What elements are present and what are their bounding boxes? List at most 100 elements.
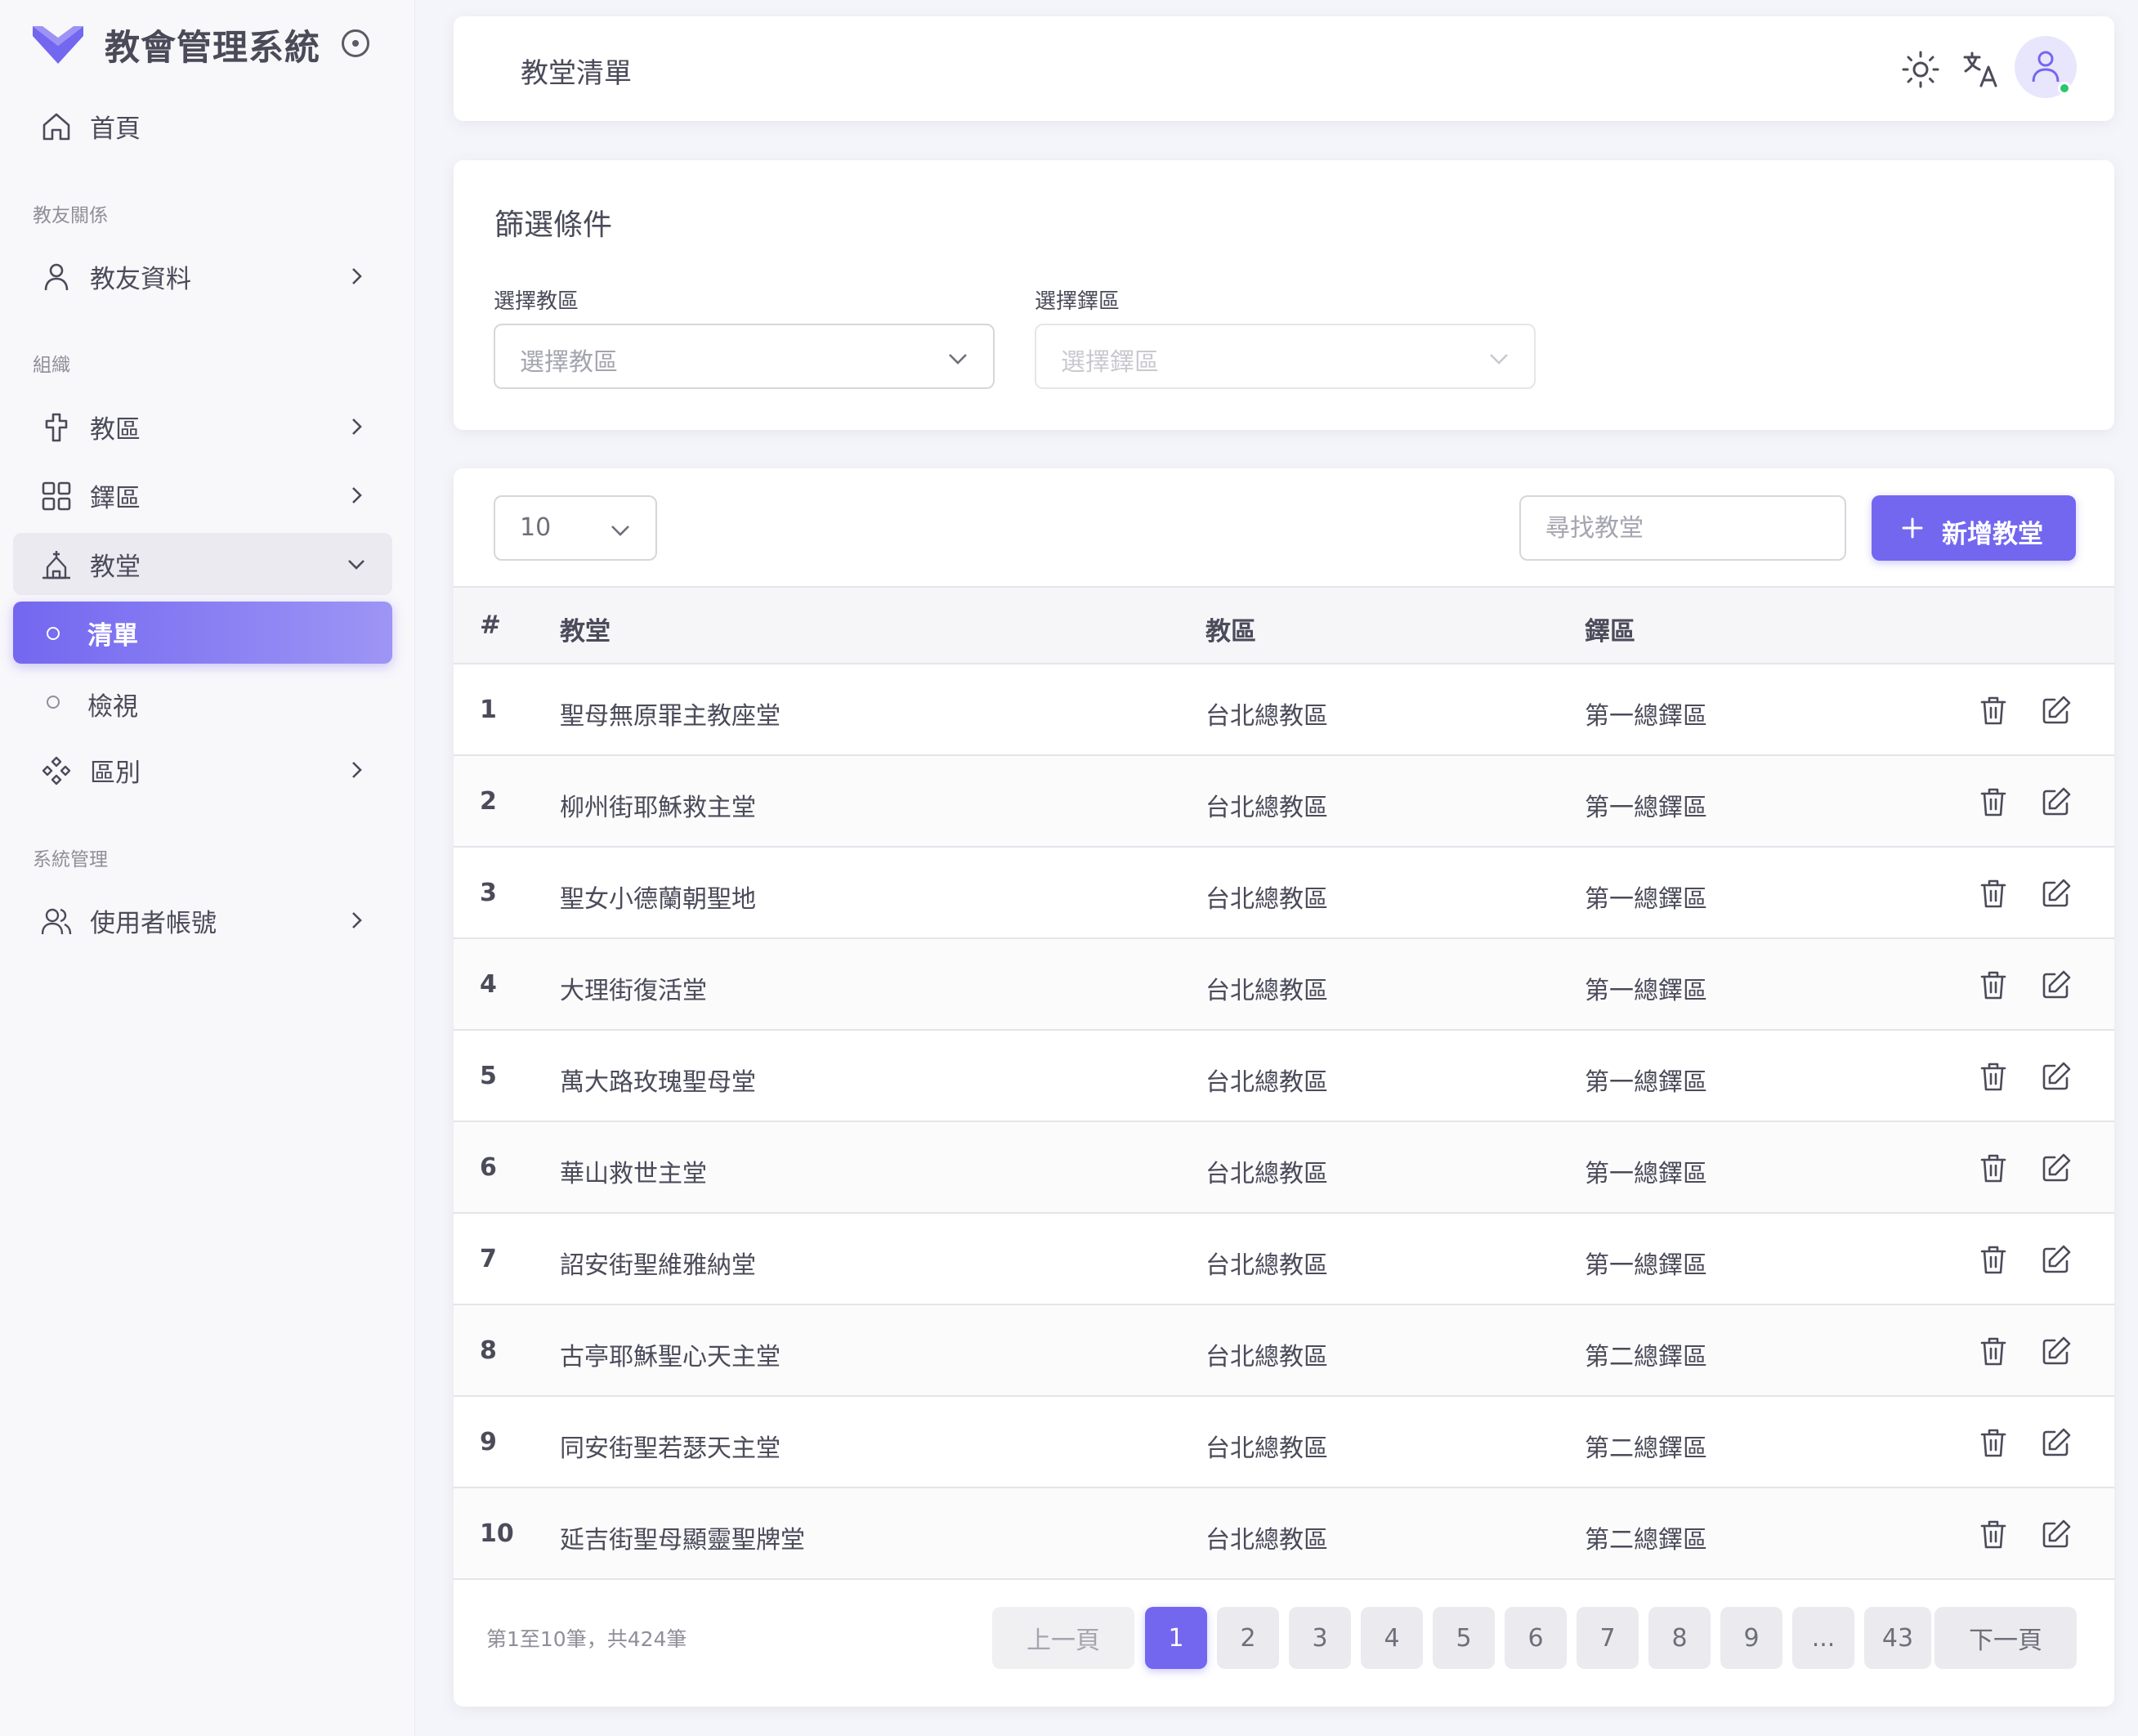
sidebar-item-member-data[interactable]: 教友資料 — [13, 245, 392, 307]
sidebar-item-district[interactable]: 區別 — [13, 739, 392, 801]
church-name: 聖女小德蘭朝聖地 — [560, 885, 756, 914]
row-index: 1 — [480, 696, 497, 724]
diocese-name: 台北總教區 — [1205, 1160, 1328, 1188]
page-button[interactable]: 5 — [1433, 1607, 1495, 1669]
diocese-select-placeholder: 選擇教區 — [520, 348, 618, 377]
deanery-name: 第一總鐸區 — [1585, 885, 1707, 914]
page-button[interactable]: 4 — [1361, 1607, 1423, 1669]
deanery-name: 第二總鐸區 — [1585, 1526, 1707, 1555]
sidebar-item-label: 清單 — [87, 620, 138, 651]
table-row: 10 延吉街聖母顯靈聖牌堂 台北總教區 第二總鐸區 — [454, 1488, 2114, 1580]
sidebar-item-diocese[interactable]: 教區 — [13, 396, 392, 458]
deanery-name: 第一總鐸區 — [1585, 1160, 1707, 1188]
next-page-button[interactable]: 下一頁 — [1934, 1607, 2077, 1669]
row-index: 10 — [480, 1519, 514, 1548]
church-icon — [42, 551, 70, 579]
edit-icon[interactable] — [2040, 785, 2073, 818]
sidebar-item-user-accounts[interactable]: 使用者帳號 — [13, 889, 392, 951]
deanery-name: 第一總鐸區 — [1585, 1251, 1707, 1280]
trash-icon[interactable] — [1977, 1335, 2010, 1367]
sidebar-item-home[interactable]: 首頁 — [13, 95, 392, 157]
page-button[interactable]: 9 — [1720, 1607, 1782, 1669]
page-size-select[interactable]: 10 — [494, 495, 657, 561]
table-row: 5 萬大路玫瑰聖母堂 台北總教區 第一總鐸區 — [454, 1031, 2114, 1122]
page-button[interactable]: 7 — [1577, 1607, 1639, 1669]
trash-icon[interactable] — [1977, 694, 2010, 727]
sidebar-item-label: 首頁 — [90, 114, 141, 144]
brand[interactable]: 教會管理系統 — [31, 16, 320, 74]
sun-icon[interactable] — [1900, 49, 1941, 90]
trash-icon[interactable] — [1977, 1060, 2010, 1093]
edit-icon[interactable] — [2040, 1243, 2073, 1276]
top-navbar: 教堂清單 — [454, 16, 2114, 121]
trash-icon[interactable] — [1977, 877, 2010, 910]
app-title: 教會管理系統 — [105, 28, 320, 69]
deanery-select-label: 選擇鐸區 — [1035, 289, 1120, 314]
row-index: 3 — [480, 879, 497, 907]
edit-icon[interactable] — [2040, 1060, 2073, 1093]
table-row: 2 柳州街耶穌救主堂 台北總教區 第一總鐸區 — [454, 756, 2114, 848]
edit-icon[interactable] — [2040, 1518, 2073, 1550]
edit-icon[interactable] — [2040, 877, 2073, 910]
church-name: 延吉街聖母顯靈聖牌堂 — [560, 1526, 805, 1555]
section-members: 教友關係 — [33, 205, 108, 226]
chevron-right-icon — [352, 762, 362, 778]
search-input[interactable] — [1519, 495, 1846, 561]
table-row: 6 華山救世主堂 台北總教區 第一總鐸區 — [454, 1122, 2114, 1214]
table-row: 8 古亭耶穌聖心天主堂 台北總教區 第二總鐸區 — [454, 1305, 2114, 1397]
add-church-label: 新增教堂 — [1942, 520, 2043, 549]
sidebar-item-label: 使用者帳號 — [90, 908, 217, 938]
edit-icon[interactable] — [2040, 694, 2073, 727]
page-button[interactable]: 43 — [1864, 1607, 1931, 1669]
page-button[interactable]: 6 — [1505, 1607, 1567, 1669]
edit-icon[interactable] — [2040, 1152, 2073, 1184]
trash-icon[interactable] — [1977, 785, 2010, 818]
church-name: 聖母無原罪主教座堂 — [560, 702, 781, 731]
sidebar-item-deanery[interactable]: 鐸區 — [13, 464, 392, 526]
prev-page-button[interactable]: 上一頁 — [992, 1607, 1134, 1669]
diocese-name: 台北總教區 — [1205, 1068, 1328, 1097]
trash-icon[interactable] — [1977, 1152, 2010, 1184]
column-header-church[interactable]: 教堂 — [560, 611, 611, 647]
sidebar-item-church-list[interactable]: 清單 — [13, 602, 392, 664]
section-system: 系統管理 — [33, 849, 108, 870]
sidebar: 教會管理系統 首頁 教友關係 教友資料 組織 教區 鐸區 教堂 清單 檢視 區別… — [0, 0, 415, 1736]
diocese-name: 台北總教區 — [1205, 1526, 1328, 1555]
column-header-deanery[interactable]: 鐸區 — [1585, 611, 1635, 647]
page-button[interactable]: 2 — [1217, 1607, 1279, 1669]
chevron-down-icon — [611, 526, 629, 536]
diocese-select[interactable]: 選擇教區 — [494, 324, 995, 389]
row-index: 6 — [480, 1153, 497, 1182]
church-name: 古亭耶穌聖心天主堂 — [560, 1343, 781, 1371]
edit-icon[interactable] — [2040, 969, 2073, 1001]
table-row: 9 同安街聖若瑟天主堂 台北總教區 第二總鐸區 — [454, 1397, 2114, 1488]
edit-icon[interactable] — [2040, 1335, 2073, 1367]
add-church-button[interactable]: 新增教堂 — [1872, 495, 2076, 561]
sidebar-item-church-view[interactable]: 檢視 — [13, 670, 392, 732]
diocese-name: 台北總教區 — [1205, 1251, 1328, 1280]
trash-icon[interactable] — [1977, 1426, 2010, 1459]
column-header-diocese[interactable]: 教區 — [1205, 611, 1256, 647]
church-name: 同安街聖若瑟天主堂 — [560, 1434, 781, 1463]
circle-icon — [47, 627, 60, 640]
chevron-right-icon — [352, 418, 362, 435]
trash-icon[interactable] — [1977, 969, 2010, 1001]
page-button[interactable]: 3 — [1289, 1607, 1351, 1669]
sidebar-collapse-toggle-icon[interactable] — [342, 29, 369, 57]
diocese-name: 台北總教區 — [1205, 977, 1328, 1005]
edit-icon[interactable] — [2040, 1426, 2073, 1459]
sidebar-item-church[interactable]: 教堂 — [13, 533, 392, 595]
trash-icon[interactable] — [1977, 1518, 2010, 1550]
church-name: 萬大路玫瑰聖母堂 — [560, 1068, 756, 1097]
translate-icon[interactable] — [1961, 49, 2002, 90]
diocese-name: 台北總教區 — [1205, 1343, 1328, 1371]
table-row: 4 大理街復活堂 台北總教區 第一總鐸區 — [454, 939, 2114, 1031]
trash-icon[interactable] — [1977, 1243, 2010, 1276]
deanery-select[interactable]: 選擇鐸區 — [1035, 324, 1536, 389]
table-row: 7 詔安街聖維雅納堂 台北總教區 第一總鐸區 — [454, 1214, 2114, 1305]
page-button[interactable]: 1 — [1145, 1607, 1207, 1669]
sidebar-item-label: 區別 — [90, 758, 141, 788]
sidebar-item-label: 教友資料 — [90, 264, 191, 294]
page-button[interactable]: 8 — [1648, 1607, 1711, 1669]
column-header-index: # — [480, 611, 501, 640]
